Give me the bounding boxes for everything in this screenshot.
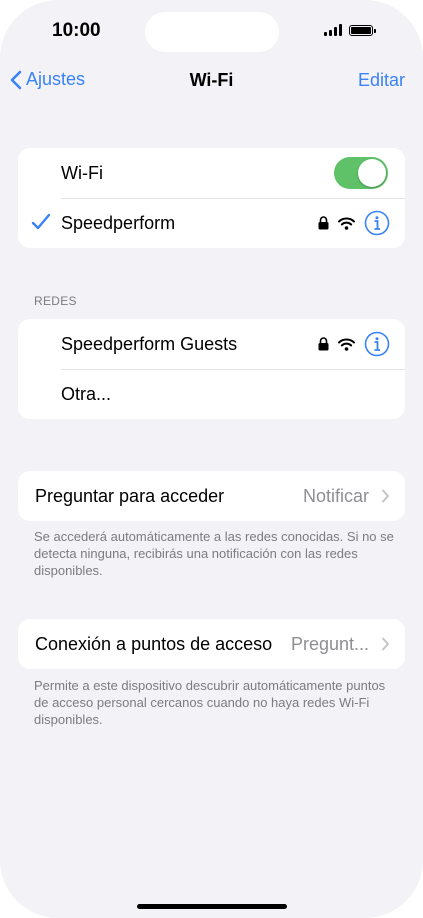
lock-icon	[318, 216, 329, 230]
chevron-right-icon	[382, 489, 389, 503]
status-time: 10:00	[52, 20, 101, 41]
ask-to-join-value: Notificar	[302, 485, 369, 506]
info-icon[interactable]	[364, 210, 390, 236]
ask-to-join-group: Preguntar para acceder Notificar	[18, 471, 405, 521]
network-icons	[318, 331, 390, 357]
hotspot-row[interactable]: Conexión a puntos de acceso Pregunt...	[18, 619, 405, 669]
wifi-toggle[interactable]	[334, 157, 388, 189]
ask-to-join-footnote: Se accederá automáticamente a las redes …	[34, 529, 394, 578]
connected-network-row[interactable]: Speedperform	[18, 198, 405, 248]
connected-network-icons	[318, 210, 390, 236]
info-icon[interactable]	[364, 331, 390, 357]
connected-network-name: Speedperform	[61, 212, 176, 233]
ask-to-join-row[interactable]: Preguntar para acceder Notificar	[18, 471, 405, 521]
edit-button[interactable]: Editar	[358, 70, 405, 91]
wifi-toggle-row: Wi-Fi	[18, 148, 405, 198]
wifi-signal-icon	[338, 217, 355, 230]
network-row[interactable]: Speedperform Guests	[18, 319, 405, 369]
hotspot-label: Conexión a puntos de acceso	[35, 633, 273, 654]
dynamic-island	[145, 12, 279, 52]
wifi-group: Wi-Fi Speedperform	[18, 148, 405, 248]
networks-header: REDES	[34, 294, 77, 308]
checkmark-icon	[31, 213, 51, 230]
hotspot-group: Conexión a puntos de acceso Pregunt...	[18, 619, 405, 669]
chevron-right-icon	[382, 637, 389, 651]
wifi-toggle-label: Wi-Fi	[61, 162, 103, 183]
hotspot-value: Pregunt...	[290, 633, 369, 654]
other-network-row[interactable]: Otra...	[18, 369, 405, 419]
cellular-signal-icon	[324, 24, 342, 36]
ask-to-join-label: Preguntar para acceder	[35, 485, 225, 506]
home-indicator[interactable]	[137, 904, 287, 909]
networks-group: Speedperform Guests Otra...	[18, 319, 405, 419]
hotspot-footnote: Permite a este dispositivo descubrir aut…	[34, 678, 386, 727]
other-network-label: Otra...	[61, 383, 112, 404]
network-name: Speedperform Guests	[61, 333, 238, 354]
lock-icon	[318, 337, 329, 351]
phone-screen: 10:00 Ajustes Wi-Fi Editar Wi-Fi Speedpe…	[0, 0, 423, 918]
wifi-signal-icon	[338, 338, 355, 351]
battery-icon	[349, 24, 376, 36]
status-icons	[324, 24, 376, 36]
